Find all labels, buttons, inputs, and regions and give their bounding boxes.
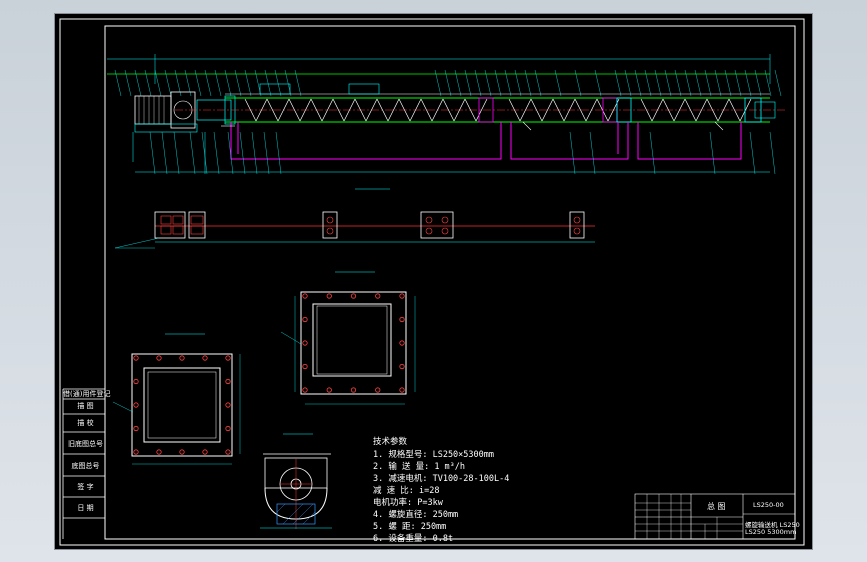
- spec-line: 5. 螺 距: 250mm: [373, 522, 447, 532]
- drawing-name: 总 图: [707, 502, 726, 511]
- outlet-flange-view: [112, 333, 241, 465]
- cad-viewport[interactable]: 借(通)用件登记 描 图 描 校 旧底图总号 底图总号 签 字 日 期 技术参数…: [55, 14, 812, 549]
- side-table-label: 底图总号: [71, 462, 100, 470]
- side-table-label: 旧底图总号: [68, 440, 103, 448]
- specs-title: 技术参数: [373, 437, 408, 447]
- drawing-number: LS250-00: [753, 501, 784, 509]
- side-table-label: 借(通)用件登记: [63, 390, 111, 398]
- cross-section-view: [260, 433, 332, 529]
- side-table-label: 描 图: [77, 402, 94, 410]
- side-table-label: 描 校: [77, 419, 94, 427]
- side-table-label: 签 字: [77, 483, 94, 491]
- side-table-label: 日 期: [77, 504, 94, 512]
- conveyor-elevation: [107, 54, 785, 175]
- spec-line: 减 速 比: i=28: [373, 486, 440, 496]
- spec-line: 3. 减速电机: TV100-28-100L-4: [373, 474, 510, 484]
- inlet-flange-view: [280, 271, 416, 405]
- spec-line: 4. 螺旋直径: 250mm: [373, 510, 459, 520]
- spec-line: 6. 设备重量: 0.8t: [373, 534, 454, 544]
- title-line-2: LS250 5300mm: [745, 528, 797, 536]
- spec-line: 电机功率: P=3kw: [373, 498, 443, 508]
- spec-line: 1. 规格型号: LS250×5300mm: [373, 450, 494, 460]
- foundation-plan: [114, 188, 595, 249]
- spec-line: 2. 输 送 量: 1 m³/h: [373, 462, 466, 472]
